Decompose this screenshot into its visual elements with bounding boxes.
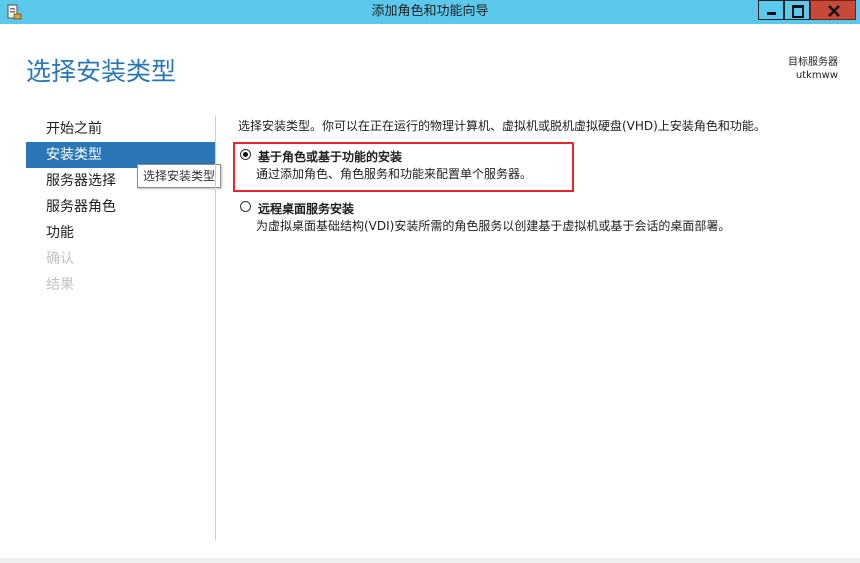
option-remote-desktop-description: 为虚拟桌面基础结构(VDI)安装所需的角色服务以创建基于虚拟机或基于会话的桌面部… — [256, 219, 731, 233]
nav-item-before-you-begin[interactable]: 开始之前 — [26, 116, 216, 142]
footer-bar — [0, 558, 860, 563]
minimize-button[interactable] — [758, 0, 784, 20]
target-server-label: 目标服务器 — [788, 57, 838, 68]
option-role-based-description: 通过添加角色、角色服务和功能来配置单个服务器。 — [256, 167, 533, 181]
title-bar[interactable]: 添加角色和功能向导 — [0, 0, 860, 24]
wizard-nav: 开始之前 安装类型 服务器选择 服务器角色 功能 确认 结果 — [26, 116, 216, 298]
radio-role-based[interactable] — [240, 149, 251, 160]
nav-divider — [215, 116, 216, 540]
target-server-info: 目标服务器 utkmww — [788, 56, 838, 82]
nav-item-features[interactable]: 功能 — [26, 220, 216, 246]
close-icon — [828, 5, 840, 17]
nav-item-results: 结果 — [46, 277, 74, 293]
close-button[interactable] — [810, 0, 856, 20]
nav-item-confirmation: 确认 — [46, 251, 74, 267]
page-title: 选择安装类型 — [26, 57, 177, 86]
option-role-based-title[interactable]: 基于角色或基于功能的安装 — [258, 148, 402, 165]
maximize-button[interactable] — [784, 0, 810, 20]
window-title: 添加角色和功能向导 — [371, 4, 489, 19]
installation-type-description: 选择安装类型。你可以在正在运行的物理计算机、虚拟机或脱机虚拟硬盘(VHD)上安装… — [238, 119, 766, 133]
wizard-window: 添加角色和功能向导 选择安装类型 目标服务器 utkmww 开始之前 安装类型 … — [0, 0, 860, 563]
target-server-name: utkmww — [795, 70, 838, 81]
option-remote-desktop-title[interactable]: 远程桌面服务安装 — [258, 200, 354, 217]
nav-tooltip: 选择安装类型 — [137, 164, 222, 188]
nav-item-server-roles[interactable]: 服务器角色 — [26, 194, 216, 220]
radio-remote-desktop[interactable] — [240, 201, 251, 212]
